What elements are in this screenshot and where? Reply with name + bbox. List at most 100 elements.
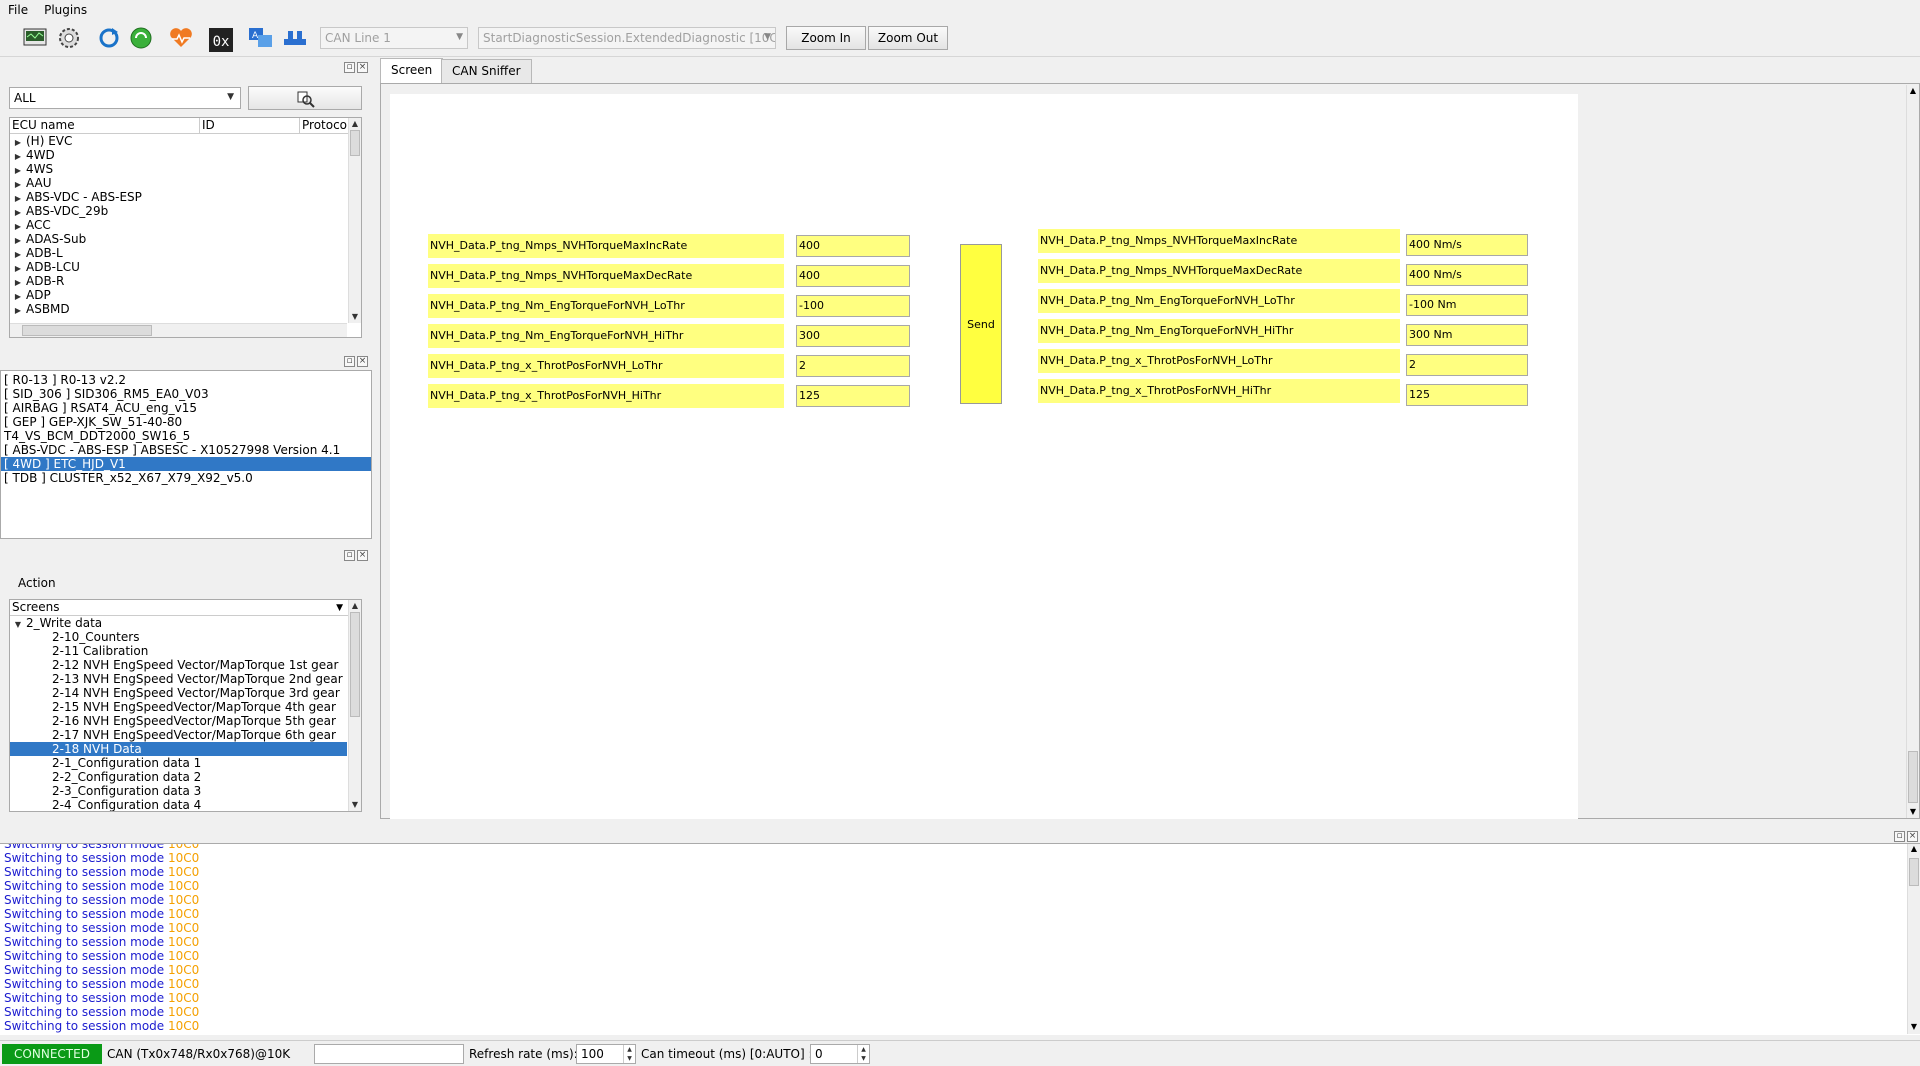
zoom-in-button[interactable]: Zoom In <box>786 26 866 50</box>
can-network-icon[interactable] <box>282 25 308 51</box>
loaded-ecu-item[interactable]: [ GEP ] GEP-XJK_SW_51-40-80 <box>1 415 371 429</box>
scroll-thumb[interactable] <box>1909 858 1919 886</box>
action-screen-item[interactable]: 2-17 NVH EngSpeedVector/MapTorque 6th ge… <box>10 728 347 742</box>
ecu-tree-item[interactable]: ▶ ADB-LCU <box>10 260 361 274</box>
connect-icon[interactable] <box>128 25 154 51</box>
action-screen-item[interactable]: 2-12 NVH EngSpeed Vector/MapTorque 1st g… <box>10 658 347 672</box>
close-icon[interactable]: × <box>357 62 368 73</box>
float-icon[interactable]: ▫ <box>344 356 355 367</box>
expand-arrow-icon[interactable]: ▶ <box>10 304 26 318</box>
scroll-down-icon[interactable]: ▼ <box>1907 806 1919 818</box>
refresh-rate-spinbox[interactable]: 100 ▲ ▼ <box>576 1044 636 1064</box>
screen-scrollbar[interactable]: ▲ ▼ <box>1906 85 1919 818</box>
ecu-search-button[interactable] <box>248 86 362 110</box>
loaded-ecu-item[interactable]: T4_VS_BCM_DDT2000_SW16_5 <box>1 429 371 443</box>
send-button[interactable]: Send <box>960 244 1002 404</box>
action-screen-item[interactable]: 2-4_Configuration data 4 <box>10 798 347 811</box>
settings-gear-icon[interactable] <box>56 25 82 51</box>
search-icon <box>297 91 315 108</box>
loaded-ecu-item[interactable]: [ ABS-VDC - ABS-ESP ] ABSESC - X10527998… <box>1 443 371 457</box>
ecu-tree-hscrollbar[interactable] <box>10 323 347 337</box>
scroll-down-icon[interactable]: ▼ <box>349 311 361 323</box>
close-icon[interactable]: × <box>1907 831 1918 842</box>
column-id[interactable]: ID <box>200 118 300 133</box>
action-screen-item[interactable]: 2-15 NVH EngSpeedVector/MapTorque 4th ge… <box>10 700 347 714</box>
tab-screen[interactable]: Screen <box>380 58 444 84</box>
column-ecu-name[interactable]: ECU name <box>10 118 200 133</box>
scroll-up-icon[interactable]: ▲ <box>349 600 361 612</box>
ecu-tree-item[interactable]: ▶ ABS-VDC_29b <box>10 204 361 218</box>
scroll-thumb[interactable] <box>350 612 360 717</box>
scroll-up-icon[interactable]: ▲ <box>1908 844 1920 856</box>
action-screen-item[interactable]: 2-16 NVH EngSpeedVector/MapTorque 5th ge… <box>10 714 347 728</box>
action-screen-item[interactable]: 2-3_Configuration data 3 <box>10 784 347 798</box>
scroll-down-icon[interactable]: ▼ <box>1908 1022 1920 1034</box>
loaded-ecu-item[interactable]: [ TDB ] CLUSTER_x52_X67_X79_X92_v5.0 <box>1 471 371 485</box>
ecu-tree-item[interactable]: ▶ ABS-VDC - ABS-ESP <box>10 190 361 204</box>
log-scrollbar[interactable]: ▲ ▼ <box>1907 844 1920 1034</box>
ecu-scan-icon[interactable] <box>22 25 48 51</box>
scroll-thumb[interactable] <box>1908 751 1918 803</box>
scroll-up-icon[interactable]: ▲ <box>349 118 361 130</box>
session-select[interactable]: StartDiagnosticSession.ExtendedDiagnosti… <box>478 27 776 49</box>
ecu-tree-item[interactable]: ▶ ADP <box>10 288 361 302</box>
input-field-value[interactable]: 2 <box>796 355 910 377</box>
ecu-tree-item[interactable]: ▶ (H) EVC <box>10 134 361 148</box>
tree-root-write-data[interactable]: ▼ 2_Write data <box>10 616 361 630</box>
action-screen-item[interactable]: 2-18 NVH Data <box>10 742 347 756</box>
loaded-ecu-item[interactable]: [ AIRBAG ] RSAT4_ACU_eng_v15 <box>1 401 371 415</box>
ecu-tree-item[interactable]: ▶ AAU <box>10 176 361 190</box>
action-screens-combo[interactable]: Screens ▼ <box>10 600 361 616</box>
action-tree-scrollbar[interactable]: ▲ ▼ <box>348 600 361 811</box>
tab-can-sniffer[interactable]: CAN Sniffer <box>441 59 532 83</box>
ecu-tree-item[interactable]: ▶ ADB-L <box>10 246 361 260</box>
ecu-tree-item[interactable]: ▶ ACC <box>10 218 361 232</box>
loaded-ecu-list: [ R0-13 ] R0-13 v2.2[ SID_306 ] SID306_R… <box>0 370 372 539</box>
spin-arrows-icon[interactable]: ▲ ▼ <box>857 1045 869 1063</box>
scroll-thumb[interactable] <box>350 130 360 156</box>
translate-icon[interactable]: A <box>248 25 274 51</box>
ecu-tree-item[interactable]: ▶ 4WS <box>10 162 361 176</box>
output-field-label: NVH_Data.P_tng_Nm_EngTorqueForNVH_HiThr <box>1038 319 1400 343</box>
action-screen-item[interactable]: 2-10_Counters <box>10 630 347 644</box>
float-icon[interactable]: ▫ <box>1894 831 1905 842</box>
input-field-value[interactable]: 400 <box>796 235 910 257</box>
hex-mode-icon[interactable]: 0x <box>208 27 234 53</box>
ecu-filter-select[interactable]: ALL ▼ <box>9 87 241 109</box>
ecu-tree-item[interactable]: ▶ ADB-R <box>10 274 361 288</box>
action-screen-item[interactable]: 2-13 NVH EngSpeed Vector/MapTorque 2nd g… <box>10 672 347 686</box>
ecu-tree-item[interactable]: ▶ ASBMD <box>10 302 361 316</box>
action-screen-item[interactable]: 2-2_Configuration data 2 <box>10 770 347 784</box>
ecu-tree-item[interactable]: ▶ ADAS-Sub <box>10 232 361 246</box>
scroll-thumb[interactable] <box>22 325 152 336</box>
ecu-tree-scrollbar[interactable]: ▲ ▼ <box>348 118 361 323</box>
can-line-select[interactable]: CAN Line 1 ▼ <box>320 27 468 49</box>
close-icon[interactable]: × <box>357 550 368 561</box>
close-icon[interactable]: × <box>357 356 368 367</box>
loaded-ecu-item[interactable]: [ 4WD ] ETC_HJD_V1 <box>1 457 371 471</box>
action-screen-item[interactable]: 2-1_Configuration data 1 <box>10 756 347 770</box>
command-input[interactable] <box>314 1044 464 1064</box>
menu-plugins[interactable]: Plugins <box>36 3 95 17</box>
scroll-down-icon[interactable]: ▼ <box>349 799 361 811</box>
ecu-tree-item[interactable]: ▶ 4WD <box>10 148 361 162</box>
scroll-up-icon[interactable]: ▲ <box>1907 85 1919 97</box>
heartbeat-icon[interactable] <box>168 25 194 51</box>
input-field-value[interactable]: 300 <box>796 325 910 347</box>
loaded-ecu-item[interactable]: [ R0-13 ] R0-13 v2.2 <box>1 373 371 387</box>
input-field-value[interactable]: 400 <box>796 265 910 287</box>
menu-file[interactable]: File <box>0 3 36 17</box>
column-protocol[interactable]: Protocol <box>300 118 349 133</box>
zoom-out-button[interactable]: Zoom Out <box>868 26 948 50</box>
float-icon[interactable]: ▫ <box>344 62 355 73</box>
action-screen-item[interactable]: 2-11 Calibration <box>10 644 347 658</box>
input-field-value[interactable]: -100 <box>796 295 910 317</box>
action-screen-item[interactable]: 2-14 NVH EngSpeed Vector/MapTorque 3rd g… <box>10 686 347 700</box>
input-field-value[interactable]: 125 <box>796 385 910 407</box>
float-icon[interactable]: ▫ <box>344 550 355 561</box>
can-timeout-spinbox[interactable]: 0 ▲ ▼ <box>810 1044 870 1064</box>
loaded-ecu-item[interactable]: [ SID_306 ] SID306_RM5_EA0_V03 <box>1 387 371 401</box>
spin-arrows-icon[interactable]: ▲ ▼ <box>623 1045 635 1063</box>
refresh-icon[interactable] <box>96 25 122 51</box>
ecu-tree-item-label: ADB-L <box>26 246 63 260</box>
